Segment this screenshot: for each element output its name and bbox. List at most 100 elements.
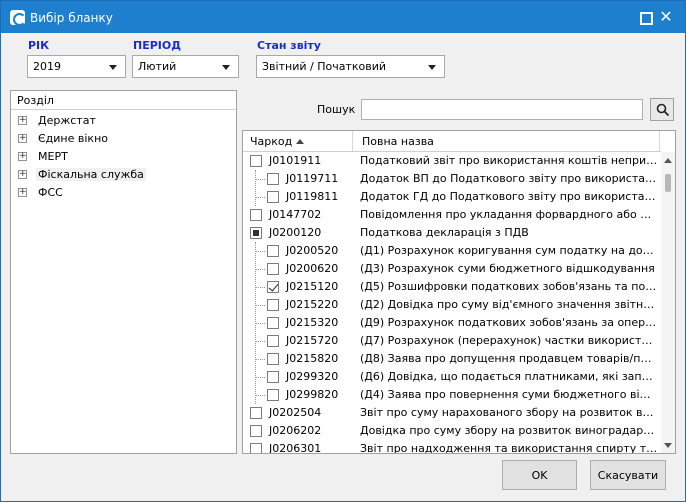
table-row[interactable]: J0215820 (Д8) Заява про допущення продавц… — [243, 350, 661, 368]
row-checkbox[interactable] — [250, 209, 262, 221]
row-checkbox[interactable] — [250, 155, 262, 167]
row-name: Податковий звіт про використання коштів … — [360, 154, 658, 167]
table-row[interactable]: J0215220 (Д2) Довідка про суму від'ємного… — [243, 296, 661, 314]
row-code: J0215820 — [286, 352, 339, 365]
table-row[interactable]: J0119711 Додаток ВП до Податкового звіту … — [243, 170, 661, 188]
row-name: Додаток ГД до Податкового звіту про вико… — [360, 190, 658, 203]
close-icon[interactable]: ✕ — [658, 9, 674, 25]
row-checkbox[interactable] — [250, 425, 262, 437]
expand-icon[interactable]: + — [18, 116, 27, 125]
window-title: Вибір бланку — [30, 11, 113, 25]
row-name: Повідомлення про укладання форвардного а… — [360, 208, 658, 221]
tree-item-derzhstat[interactable]: + Держстат — [16, 112, 98, 130]
row-code: J0200520 — [286, 244, 339, 257]
year-select[interactable]: 2019 — [27, 55, 126, 78]
row-code: J0206301 — [269, 442, 322, 454]
row-name: (Д6) Довідка, що подається платниками, я… — [360, 370, 658, 383]
row-code: J0101911 — [269, 154, 322, 167]
row-code: J0119811 — [286, 190, 339, 203]
row-checkbox[interactable] — [267, 371, 279, 383]
table-row[interactable]: J0215120 (Д5) Розшифровки податкових зобо… — [243, 278, 661, 296]
table-row[interactable]: J0202504 Звіт про суму нарахованого збору… — [243, 404, 661, 422]
row-checkbox[interactable] — [267, 245, 279, 257]
tree-connector — [255, 287, 265, 288]
expand-icon[interactable]: + — [18, 152, 27, 161]
section-tree[interactable]: Розділ + Держстат + Єдине вікно + МЕРТ +… — [10, 90, 238, 454]
row-name: (Д8) Заява про допущення продавцем товар… — [360, 352, 658, 365]
tree-connector — [255, 251, 265, 252]
scroll-down-icon[interactable] — [664, 443, 672, 448]
search-label: Пошук — [317, 103, 356, 116]
tree-item-fss[interactable]: + ФСС — [16, 184, 65, 202]
row-code: J0215220 — [286, 298, 339, 311]
expand-icon[interactable]: + — [18, 188, 27, 197]
row-checkbox[interactable] — [267, 173, 279, 185]
tree-connector — [255, 359, 265, 360]
tree-item-mert[interactable]: + МЕРТ — [16, 148, 70, 166]
maximize-icon[interactable] — [637, 9, 653, 25]
row-checkbox[interactable] — [267, 281, 279, 293]
row-checkbox[interactable] — [267, 263, 279, 275]
table-row[interactable]: J0215320 (Д9) Розрахунок податкових зобов… — [243, 314, 661, 332]
row-checkbox[interactable] — [250, 407, 262, 419]
scroll-thumb[interactable] — [665, 174, 671, 192]
row-checkbox[interactable] — [267, 353, 279, 365]
section-tree-header: Розділ — [11, 91, 238, 110]
row-name: (Д2) Довідка про суму від'ємного значенн… — [360, 298, 658, 311]
table-row[interactable]: J0299820 (Д4) Заява про повернення суми б… — [243, 386, 661, 404]
table-row[interactable]: J0119811 Додаток ГД до Податкового звіту … — [243, 188, 661, 206]
period-select[interactable]: Лютий — [132, 55, 239, 78]
tree-connector — [255, 197, 265, 198]
row-code: J0200120 — [269, 226, 322, 239]
tree-connector — [255, 323, 265, 324]
row-name: Податкова декларація з ПДВ — [360, 226, 529, 239]
row-name: Звіт про суму нарахованого збору на розв… — [360, 406, 658, 419]
row-name: Додаток ВП до Податкового звіту про вико… — [360, 172, 658, 185]
row-name: (Д4) Заява про повернення суми бюджетног… — [360, 388, 658, 401]
search-button[interactable] — [650, 98, 674, 121]
row-code: J0299820 — [286, 388, 339, 401]
table-row[interactable]: J0299320 (Д6) Довідка, що подається платн… — [243, 368, 661, 386]
row-code: J0215120 — [286, 280, 339, 293]
chevron-down-icon — [109, 65, 117, 70]
table-row[interactable]: J0215720 (Д7) Розрахунок (перерахунок) ча… — [243, 332, 661, 350]
column-header-code[interactable]: Чаркод — [243, 131, 353, 151]
table-row[interactable]: J0101911 Податковий звіт про використання… — [243, 152, 661, 170]
row-checkbox[interactable] — [267, 191, 279, 203]
row-checkbox[interactable] — [250, 443, 262, 453]
tree-item-single-window[interactable]: + Єдине вікно — [16, 130, 110, 148]
table-row[interactable]: J0200520 (Д1) Розрахунок коригування сум … — [243, 242, 661, 260]
row-checkbox[interactable] — [267, 389, 279, 401]
table-row[interactable]: J0200620 (Д3) Розрахунок суми бюджетного … — [243, 260, 661, 278]
tree-connector — [255, 179, 265, 180]
tree-connector — [255, 305, 265, 306]
table-row[interactable]: J0206202 Довідка про суму збору на розвит… — [243, 422, 661, 440]
row-checkbox[interactable] — [250, 227, 262, 239]
scroll-up-icon[interactable] — [664, 158, 672, 163]
app-logo-icon — [10, 10, 26, 26]
cancel-button[interactable]: Скасувати — [590, 460, 666, 490]
row-code: J0147702 — [269, 208, 322, 221]
title-bar[interactable]: Вибір бланку ✕ — [1, 1, 685, 33]
row-code: J0202504 — [269, 406, 322, 419]
row-checkbox[interactable] — [267, 335, 279, 347]
table-row[interactable]: J0206301 Звіт про надходження та використ… — [243, 440, 661, 454]
tree-item-fiscal-service[interactable]: + Фіскальна служба — [16, 166, 146, 184]
vertical-scrollbar[interactable] — [661, 152, 675, 453]
expand-icon[interactable]: + — [18, 134, 27, 143]
ok-button[interactable]: OK — [502, 460, 577, 490]
column-header-name[interactable]: Повна назва — [354, 131, 660, 151]
row-name: (Д1) Розрахунок коригування сум податку … — [360, 244, 658, 257]
table-row[interactable]: J0200120 Податкова декларація з ПДВ — [243, 224, 661, 242]
row-code: J0119711 — [286, 172, 339, 185]
dialog-window: Вибір бланку ✕ РІК 2019 ПЕРІОД Лютий Ста… — [0, 0, 686, 502]
row-checkbox[interactable] — [267, 317, 279, 329]
table-row[interactable]: J0147702 Повідомлення про укладання форва… — [243, 206, 661, 224]
row-name: (Д3) Розрахунок суми бюджетного відшкоду… — [360, 262, 655, 275]
expand-icon[interactable]: + — [18, 170, 27, 179]
forms-grid[interactable]: Чаркод Повна назва J0101911 Податковий зв… — [242, 130, 676, 454]
row-name: Довідка про суму збору на розвиток виног… — [360, 424, 658, 437]
state-select[interactable]: Звітний / Початковий — [256, 55, 445, 78]
search-input[interactable] — [361, 99, 643, 120]
row-checkbox[interactable] — [267, 299, 279, 311]
